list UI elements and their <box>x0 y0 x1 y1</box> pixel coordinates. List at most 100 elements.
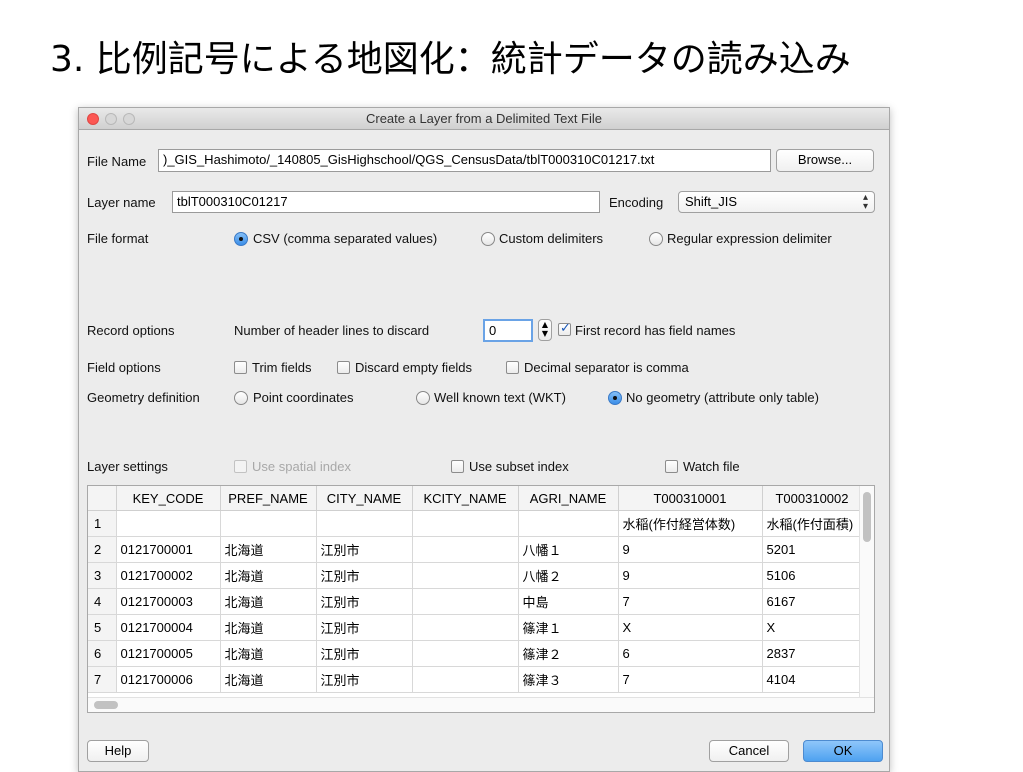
table-cell: 中島 <box>518 588 619 615</box>
table-cell: 篠津１ <box>518 614 619 641</box>
vertical-scroll-thumb[interactable] <box>863 492 871 542</box>
trim-fields-checkbox[interactable] <box>234 361 247 374</box>
regex-delimiter-radio[interactable] <box>649 232 663 246</box>
row-number: 6 <box>88 640 117 667</box>
cancel-button[interactable]: Cancel <box>709 740 789 762</box>
row-number: 2 <box>88 536 117 563</box>
custom-delimiters-radio[interactable] <box>481 232 495 246</box>
table-cell <box>220 510 317 537</box>
table-cell: 北海道 <box>220 640 317 667</box>
table-cell: X <box>618 614 763 641</box>
vertical-scrollbar[interactable] <box>859 486 874 712</box>
table-cell: 江別市 <box>316 640 413 667</box>
decimal-comma-label: Decimal separator is comma <box>524 360 689 375</box>
first-record-checkbox[interactable] <box>558 321 571 336</box>
table-cell <box>412 562 519 589</box>
record-options-label: Record options <box>87 323 175 338</box>
row-number: 5 <box>88 614 117 641</box>
decimal-comma-checkbox[interactable] <box>506 361 519 374</box>
table-cell: 八幡２ <box>518 562 619 589</box>
table-cell <box>518 510 619 537</box>
horizontal-scroll-thumb[interactable] <box>94 701 118 709</box>
table-header-row: KEY_CODE PREF_NAME CITY_NAME KCITY_NAME … <box>88 486 863 511</box>
table-cell: 北海道 <box>220 666 317 693</box>
discard-empty-checkbox[interactable] <box>337 361 350 374</box>
column-header[interactable]: T000310002 <box>762 486 863 511</box>
table-cell <box>412 588 519 615</box>
table-row[interactable]: 5 0121700004 北海道 江別市 篠津１ X X <box>88 614 863 641</box>
subset-index-label: Use subset index <box>469 459 569 474</box>
table-cell: 0121700003 <box>116 588 221 615</box>
table-row[interactable]: 7 0121700006 北海道 江別市 篠津３ 7 4104 <box>88 666 863 693</box>
table-cell: 水稲(作付面積) <box>762 510 863 537</box>
table-cell: 9 <box>618 562 763 589</box>
row-number: 4 <box>88 588 117 615</box>
table-cell: 八幡１ <box>518 536 619 563</box>
row-number-header <box>88 486 117 511</box>
table-cell <box>412 614 519 641</box>
point-coordinates-label: Point coordinates <box>253 390 354 405</box>
table-row[interactable]: 2 0121700001 北海道 江別市 八幡１ 9 5201 <box>88 536 863 563</box>
csv-option-label: CSV (comma separated values) <box>253 231 438 246</box>
table-cell: 5201 <box>762 536 863 563</box>
table-cell: 6167 <box>762 588 863 615</box>
table-cell: 篠津３ <box>518 666 619 693</box>
table-cell: 江別市 <box>316 666 413 693</box>
select-arrows-icon: ▴ ▾ <box>862 192 868 212</box>
regex-delimiter-label: Regular expression delimiter <box>667 231 832 246</box>
trim-fields-label: Trim fields <box>252 360 312 375</box>
table-cell: 0121700006 <box>116 666 221 693</box>
wkt-radio[interactable] <box>416 391 430 405</box>
table-row[interactable]: 4 0121700003 北海道 江別市 中島 7 6167 <box>88 588 863 615</box>
layer-name-label: Layer name <box>87 195 156 210</box>
row-number: 7 <box>88 666 117 693</box>
table-row[interactable]: 3 0121700002 北海道 江別市 八幡２ 9 5106 <box>88 562 863 589</box>
table-cell: 江別市 <box>316 588 413 615</box>
table-cell: 北海道 <box>220 614 317 641</box>
column-header[interactable]: PREF_NAME <box>220 486 317 511</box>
header-lines-input[interactable]: 0 <box>483 319 533 342</box>
no-geometry-label: No geometry (attribute only table) <box>626 390 819 405</box>
table-cell <box>412 666 519 693</box>
field-options-label: Field options <box>87 360 161 375</box>
table-cell: 7 <box>618 588 763 615</box>
table-cell: 北海道 <box>220 536 317 563</box>
csv-radio[interactable] <box>234 232 248 246</box>
table-cell: 水稲(作付経営体数) <box>618 510 763 537</box>
table-cell: 2837 <box>762 640 863 667</box>
table-row[interactable]: 6 0121700005 北海道 江別市 篠津２ 6 2837 <box>88 640 863 667</box>
ok-button[interactable]: OK <box>803 740 883 762</box>
file-name-input[interactable]: )_GIS_Hashimoto/_140805_GisHighschool/QG… <box>158 149 771 172</box>
watch-file-checkbox[interactable] <box>665 460 678 473</box>
table-row[interactable]: 1 水稲(作付経営体数) 水稲(作付面積) <box>88 510 863 537</box>
subset-index-checkbox[interactable] <box>451 460 464 473</box>
header-lines-stepper-icon[interactable]: ▲ ▼ <box>538 319 552 341</box>
table-cell: 江別市 <box>316 614 413 641</box>
table-cell <box>412 510 519 537</box>
point-coordinates-radio[interactable] <box>234 391 248 405</box>
layer-settings-label: Layer settings <box>87 459 168 474</box>
table-cell <box>116 510 221 537</box>
watch-file-label: Watch file <box>683 459 740 474</box>
spatial-index-label: Use spatial index <box>252 459 351 474</box>
browse-button[interactable]: Browse... <box>776 149 874 172</box>
column-header[interactable]: KEY_CODE <box>116 486 221 511</box>
table-cell: 0121700002 <box>116 562 221 589</box>
no-geometry-radio[interactable] <box>608 391 622 405</box>
layer-name-input[interactable]: tblT000310C01217 <box>172 191 600 213</box>
table-cell: 0121700005 <box>116 640 221 667</box>
column-header[interactable]: T000310001 <box>618 486 763 511</box>
row-number: 1 <box>88 510 117 537</box>
column-header[interactable]: CITY_NAME <box>316 486 413 511</box>
table-cell: 7 <box>618 666 763 693</box>
help-button[interactable]: Help <box>87 740 149 762</box>
spatial-index-checkbox <box>234 460 247 473</box>
column-header[interactable]: KCITY_NAME <box>412 486 519 511</box>
horizontal-scrollbar[interactable] <box>88 697 874 712</box>
column-header[interactable]: AGRI_NAME <box>518 486 619 511</box>
sample-data-table[interactable]: KEY_CODE PREF_NAME CITY_NAME KCITY_NAME … <box>87 485 875 713</box>
encoding-select[interactable]: Shift_JIS ▴ ▾ <box>678 191 875 213</box>
table-cell: 5106 <box>762 562 863 589</box>
table-cell: 4104 <box>762 666 863 693</box>
custom-delimiters-label: Custom delimiters <box>499 231 604 246</box>
